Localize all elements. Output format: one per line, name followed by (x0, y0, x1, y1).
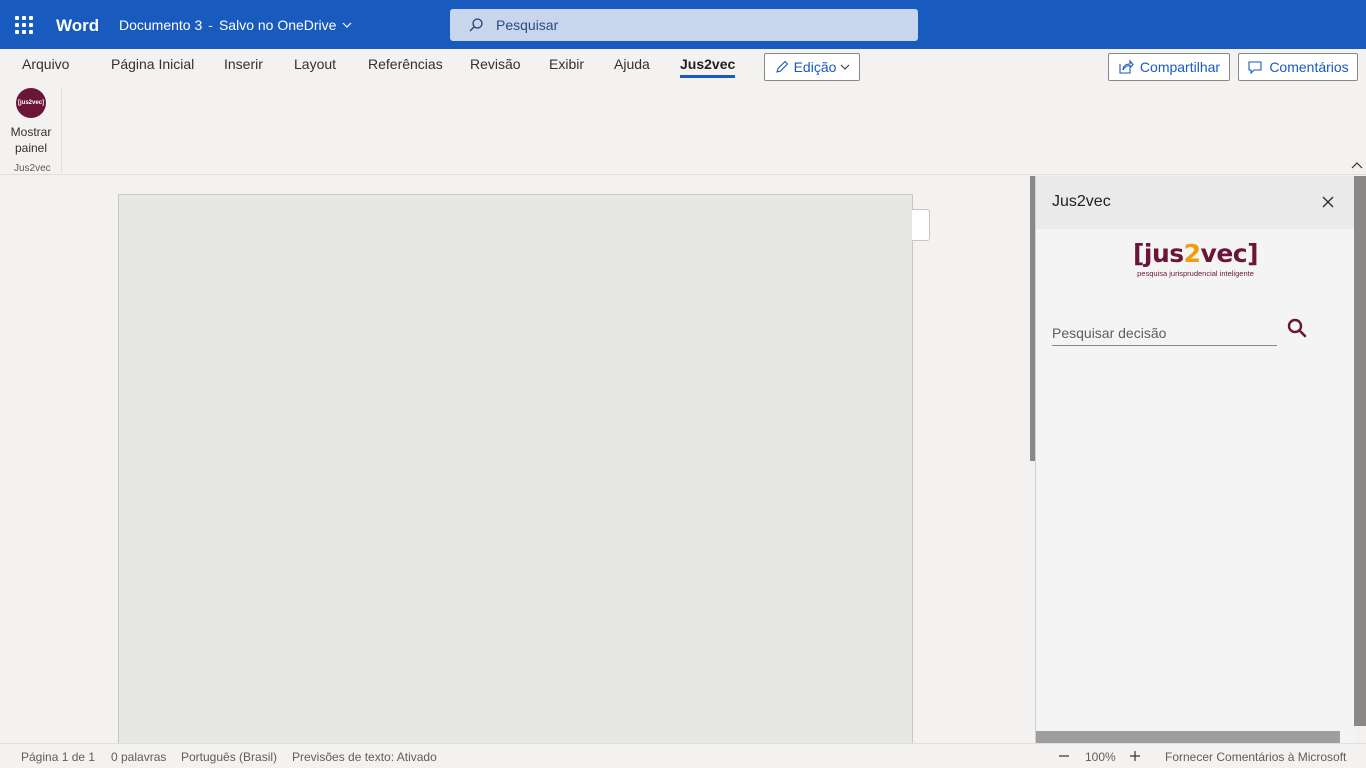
editing-mode-button[interactable]: Edição (764, 53, 860, 81)
document-name: Documento 3 (119, 17, 203, 33)
document-title[interactable]: Documento 3 - Salvo no OneDrive (119, 17, 352, 33)
chevron-down-icon (343, 22, 352, 28)
comments-label: Comentários (1269, 59, 1349, 75)
tab-layout[interactable]: Layout (294, 56, 336, 72)
tab-inserir[interactable]: Inserir (224, 56, 263, 72)
zoom-out-icon[interactable] (1056, 748, 1072, 764)
tab-referencias[interactable]: Referências (368, 56, 443, 72)
status-bar: Página 1 de 1 0 palavras Português (Bras… (0, 743, 1366, 768)
logo-tagline: pesquisa jurisprudencial inteligente (1137, 269, 1254, 278)
page-count: Página 1 de 1 (21, 750, 96, 764)
logo-two: 2 (1183, 239, 1201, 268)
jus2vec-task-pane: Jus2vec [jus2vec] pesquisa jurisprudenci… (1035, 176, 1355, 743)
decision-search-input[interactable] (1052, 316, 1277, 344)
tab-ajuda[interactable]: Ajuda (614, 56, 650, 72)
comments-button[interactable]: Comentários (1238, 53, 1358, 81)
feedback-link[interactable]: Fornecer Comentários à Microsoft (1165, 750, 1346, 764)
close-icon[interactable] (1320, 194, 1336, 210)
document-canvas (0, 176, 1030, 743)
pane-horizontal-scrollbar[interactable] (1036, 731, 1340, 743)
ribbon-tabs: Arquivo Página Inicial Inserir Layout Re… (0, 49, 1366, 85)
search-box[interactable] (450, 9, 918, 41)
page-side-tab (912, 209, 930, 241)
app-launcher-icon[interactable] (15, 16, 33, 34)
language-status[interactable]: Português (Brasil) (181, 750, 277, 764)
title-separator: - (208, 17, 213, 33)
show-pane-label-line1: Mostrar (10, 125, 52, 139)
share-label: Compartilhar (1139, 59, 1221, 75)
zoom-level[interactable]: 100% (1085, 750, 1116, 764)
app-name[interactable]: Word (56, 16, 99, 36)
word-count[interactable]: 0 palavras (111, 750, 166, 764)
logo-open: [jus (1132, 239, 1184, 268)
editing-mode-label: Edição (793, 59, 837, 75)
logo-close: vec] (1200, 239, 1259, 268)
jus2vec-logo-icon: [jus2vec] (16, 88, 46, 118)
save-status: Salvo no OneDrive (218, 17, 337, 33)
share-button[interactable]: Compartilhar (1108, 53, 1230, 81)
jus2vec-logo: [jus2vec] pesquisa jurisprudencial intel… (1036, 239, 1355, 279)
text-predictions-status[interactable]: Previsões de texto: Ativado (292, 750, 437, 764)
show-pane-button[interactable]: [jus2vec] Mostrar painel (6, 87, 56, 156)
title-bar: Word Documento 3 - Salvo no OneDrive (0, 0, 1366, 49)
pane-header: Jus2vec (1036, 176, 1355, 229)
pane-vertical-scrollbar[interactable] (1354, 176, 1366, 726)
decision-search-field[interactable] (1052, 316, 1277, 346)
tab-exibir[interactable]: Exibir (549, 56, 584, 72)
ribbon-group-label: Jus2vec (14, 163, 51, 174)
tab-revisao[interactable]: Revisão (470, 56, 521, 72)
tab-pagina-inicial[interactable]: Página Inicial (111, 56, 194, 72)
tab-arquivo[interactable]: Arquivo (22, 56, 69, 72)
pane-title: Jus2vec (1052, 193, 1111, 210)
chevron-down-icon (841, 64, 850, 70)
search-icon (469, 18, 483, 32)
comment-icon (1248, 61, 1262, 75)
document-page[interactable] (118, 194, 913, 743)
collapse-ribbon-icon[interactable] (1350, 159, 1364, 173)
share-icon (1119, 59, 1134, 74)
ribbon-divider (61, 87, 62, 173)
show-pane-label-line2: painel (14, 141, 48, 155)
ribbon-content: [jus2vec] Mostrar painel Jus2vec (0, 85, 1366, 175)
zoom-in-icon[interactable] (1127, 748, 1143, 764)
search-input[interactable] (496, 17, 876, 33)
tab-jus2vec[interactable]: Jus2vec (680, 56, 736, 78)
search-icon[interactable] (1286, 317, 1308, 339)
pencil-icon (775, 60, 788, 73)
